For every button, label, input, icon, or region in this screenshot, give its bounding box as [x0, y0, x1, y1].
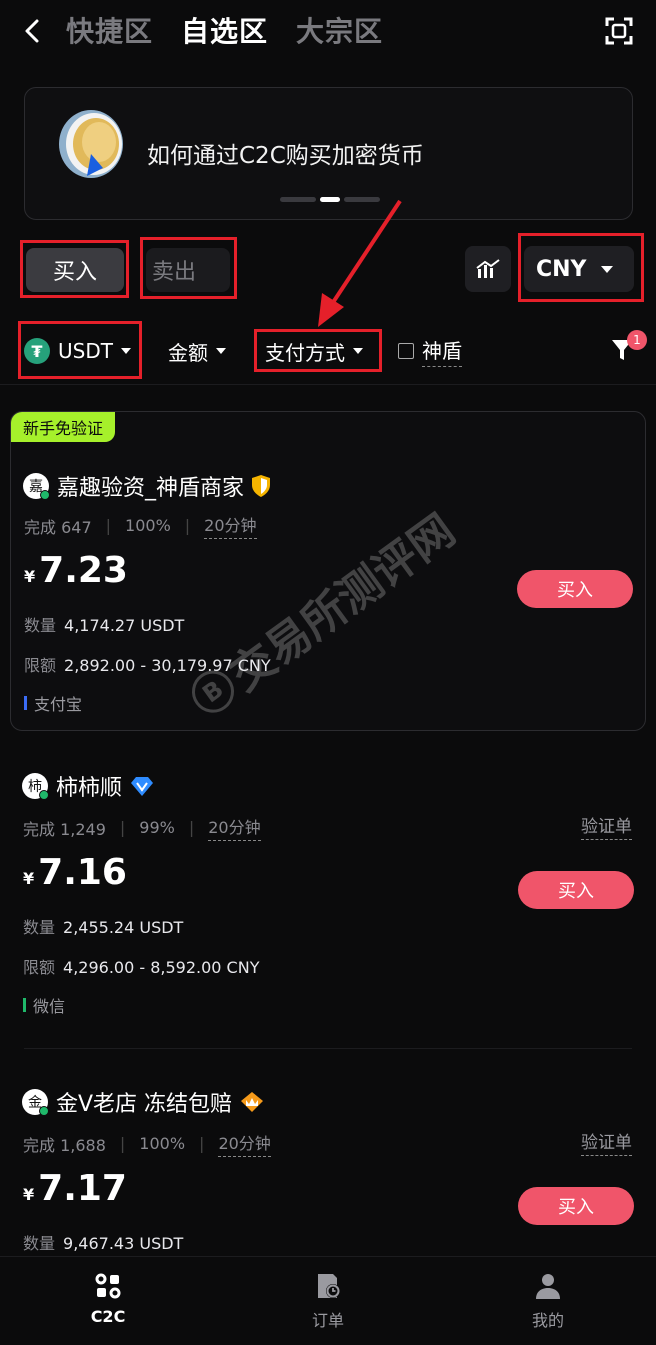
amount-filter-label: 金额: [168, 340, 208, 365]
nav-orders-label: 订单: [311, 1311, 344, 1330]
nav-orders[interactable]: 订单: [278, 1271, 378, 1331]
bottom-navigation: C2C 订单 我的: [0, 1256, 656, 1345]
limit-label: 限额: [23, 958, 56, 977]
listing-card: 新手免验证 嘉 嘉趣验资_神盾商家 完成 647 | 100% | 20分钟 ¥…: [10, 411, 646, 731]
payment-label: 支付宝: [34, 695, 83, 714]
quantity-label: 数量: [23, 1234, 56, 1253]
merchant-name: 柿柿顺: [56, 776, 123, 801]
merchant-stats: 完成 1,249 | 99% | 20分钟: [23, 814, 261, 841]
shield-filter-label: 神盾: [422, 335, 462, 367]
limit-label: 限额: [24, 656, 57, 675]
completion-rate: 100%: [125, 516, 171, 535]
merchant-stats: 完成 647 | 100% | 20分钟: [24, 512, 257, 539]
shield-filter[interactable]: 神盾: [398, 335, 462, 367]
nav-profile-label: 我的: [531, 1311, 564, 1330]
listing-card: 柿 柿柿顺 完成 1,249 | 99% | 20分钟 验证单 ¥ 7.16 买…: [10, 756, 646, 1016]
price: ¥ 7.23: [24, 550, 128, 591]
limit-row: 限额 2,892.00 - 30,179.97 CNY: [24, 652, 271, 676]
divider: [24, 1048, 632, 1049]
avatar: 金: [22, 1089, 49, 1116]
price: ¥ 7.17: [23, 1168, 127, 1209]
listing-card: 金 金V老店 冻结包赔 完成 1,688 | 100% | 20分钟 验证单 ¥…: [10, 1072, 646, 1256]
price-value: 7.23: [39, 550, 128, 591]
scan-icon[interactable]: [604, 16, 634, 46]
quantity-value: 9,467.43 USDT: [63, 1234, 184, 1253]
completed-count: 完成 647: [24, 517, 92, 537]
shield-icon: [252, 475, 271, 497]
nav-c2c-label: C2C: [90, 1307, 126, 1326]
quantity-label: 数量: [24, 616, 57, 635]
profile-icon: [536, 1274, 560, 1299]
tab-bulk-zone[interactable]: 大宗区: [296, 12, 383, 52]
verify-order-link[interactable]: 验证单: [581, 812, 632, 840]
quantity-value: 4,174.27 USDT: [64, 616, 185, 635]
payment-label: 微信: [33, 997, 66, 1016]
banner-title: 如何通过C2C购买加密货币: [147, 143, 424, 169]
payment-method: 微信: [23, 993, 65, 1017]
nav-c2c[interactable]: C2C: [58, 1271, 158, 1326]
quantity-value: 2,455.24 USDT: [63, 918, 184, 937]
diamond-icon: [131, 777, 154, 796]
completion-rate: 100%: [139, 1134, 186, 1153]
zone-tabs: 快捷区 自选区 大宗区: [66, 12, 383, 52]
shield-checkbox[interactable]: [398, 343, 414, 359]
quantity-row: 数量 4,174.27 USDT: [24, 612, 184, 636]
buy-button[interactable]: 买入: [518, 871, 634, 909]
merchant-stats: 完成 1,688 | 100% | 20分钟: [23, 1130, 271, 1157]
chevron-down-icon: [216, 348, 226, 354]
nav-profile[interactable]: 我的: [498, 1271, 598, 1331]
quantity-row: 数量 9,467.43 USDT: [23, 1230, 183, 1254]
avatar: 嘉: [23, 473, 50, 500]
top-header: 快捷区 自选区 大宗区: [0, 0, 656, 64]
merchant-name: 金V老店 冻结包赔: [56, 1092, 233, 1117]
limit-row: 限额 4,296.00 - 8,592.00 CNY: [23, 954, 259, 978]
annotation-box-coin: [18, 321, 142, 379]
limit-value: 4,296.00 - 8,592.00 CNY: [63, 958, 260, 977]
annotation-arrow-icon: [318, 199, 402, 327]
c2c-icon: [95, 1273, 121, 1299]
chart-icon: [476, 259, 500, 278]
annotation-box-payment: [254, 329, 382, 372]
payment-indicator: [23, 998, 26, 1012]
annotation-box-currency: [518, 233, 644, 302]
release-time: 20分钟: [218, 1130, 271, 1157]
completion-rate: 99%: [139, 818, 175, 837]
currency-symbol: ¥: [24, 567, 36, 586]
payment-method: 支付宝: [24, 691, 82, 715]
release-time: 20分钟: [204, 512, 257, 539]
completed-count: 完成 1,249: [23, 819, 106, 839]
currency-symbol: ¥: [23, 869, 35, 888]
price-value: 7.16: [38, 852, 127, 893]
quantity-label: 数量: [23, 918, 56, 937]
quantity-row: 数量 2,455.24 USDT: [23, 914, 183, 938]
merchant-name: 嘉趣验资_神盾商家: [57, 476, 245, 501]
order-icon: [318, 1274, 340, 1298]
completed-count: 完成 1,688: [23, 1135, 106, 1155]
price-value: 7.17: [38, 1168, 127, 1209]
crown-icon: [241, 1092, 264, 1112]
divider: [0, 384, 656, 385]
buy-button[interactable]: 买入: [517, 570, 633, 608]
merchant-name-row[interactable]: 柿 柿柿顺: [22, 770, 154, 802]
coin-illustration-icon: [59, 110, 123, 178]
payment-indicator: [24, 696, 27, 710]
price: ¥ 7.16: [23, 852, 127, 893]
tab-custom-zone[interactable]: 自选区: [181, 12, 268, 52]
amount-filter[interactable]: 金额: [168, 335, 226, 367]
new-user-tag: 新手免验证: [11, 412, 116, 442]
currency-symbol: ¥: [23, 1185, 35, 1204]
filter-count-badge: 1: [627, 330, 647, 350]
buy-button[interactable]: 买入: [518, 1187, 634, 1225]
merchant-name-row[interactable]: 金 金V老店 冻结包赔: [22, 1086, 264, 1118]
back-arrow-icon[interactable]: [18, 16, 48, 46]
verify-order-link[interactable]: 验证单: [581, 1128, 632, 1156]
annotation-box-sell: [140, 237, 237, 299]
merchant-name-row[interactable]: 嘉 嘉趣验资_神盾商家: [23, 470, 272, 502]
release-time: 20分钟: [208, 814, 261, 841]
price-chart-button[interactable]: [465, 246, 511, 292]
annotation-box-buy: [20, 240, 129, 298]
tab-quick-zone[interactable]: 快捷区: [66, 12, 153, 52]
avatar: 柿: [22, 773, 49, 800]
limit-value: 2,892.00 - 30,179.97 CNY: [64, 656, 271, 675]
